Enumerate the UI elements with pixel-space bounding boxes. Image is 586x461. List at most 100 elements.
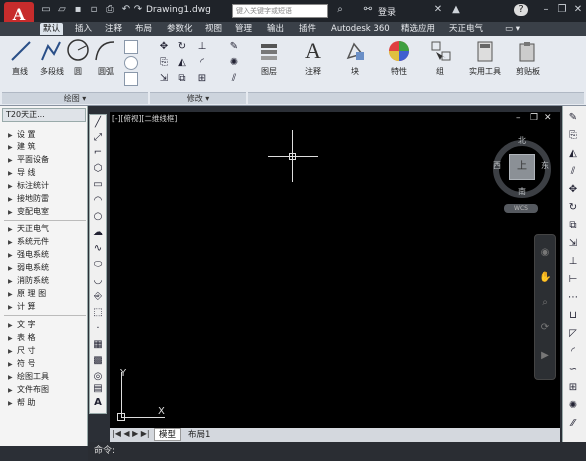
explode-tool-icon[interactable]: ✺ bbox=[567, 400, 579, 412]
help-icon[interactable]: ? bbox=[514, 4, 528, 16]
ellipse-tool-icon[interactable]: ⬭ bbox=[92, 259, 104, 271]
tab-featured-apps[interactable]: 精选应用 bbox=[398, 23, 438, 35]
trim-tool-icon[interactable]: ⊥ bbox=[567, 256, 579, 268]
command-line[interactable]: 命令: bbox=[88, 442, 586, 461]
menu-item-system-components[interactable]: ▶ 系统元件 bbox=[8, 237, 86, 248]
menu-item-calculation[interactable]: ▶ 计 算 bbox=[8, 302, 86, 313]
polyline-tool-label[interactable]: 多段线 bbox=[34, 66, 70, 77]
tab-manage[interactable]: 管理 bbox=[232, 23, 255, 35]
minimize-icon[interactable]: – bbox=[540, 4, 552, 16]
arc-tool-label[interactable]: 圆弧 bbox=[92, 66, 120, 77]
menu-item-file-layout[interactable]: ▶ 文件布图 bbox=[8, 385, 86, 396]
blend-tool-icon[interactable]: ∽ bbox=[567, 364, 579, 376]
multiline-text-icon[interactable]: A bbox=[92, 397, 104, 409]
undo-icon[interactable]: ↶ bbox=[120, 4, 132, 16]
compass-east[interactable]: 东 bbox=[541, 160, 549, 171]
menu-item-weak-current[interactable]: ▶ 弱电系统 bbox=[8, 263, 86, 274]
layout-nav-icon[interactable]: |◀ ◀ ▶ ▶| bbox=[112, 429, 150, 438]
erase-tool-icon[interactable]: ✎ bbox=[567, 112, 579, 124]
viewport-controls[interactable]: [-][俯视][二维线框] bbox=[112, 113, 177, 124]
tab-tangent-electric[interactable]: 天正电气 bbox=[446, 23, 486, 35]
side-menu-title[interactable]: T20天正... bbox=[2, 108, 86, 122]
block-label[interactable]: 块 bbox=[340, 66, 370, 77]
break-tool-icon[interactable]: ⋯ bbox=[567, 292, 579, 304]
exchange-icon[interactable]: ✕ bbox=[432, 4, 444, 16]
restore-icon[interactable]: ❐ bbox=[556, 4, 568, 16]
group-icon[interactable] bbox=[430, 40, 452, 62]
line-icon[interactable]: ╱ bbox=[92, 117, 104, 129]
print-icon[interactable]: ⎙ bbox=[104, 4, 116, 16]
join-tool-icon[interactable]: ⊔ bbox=[567, 310, 579, 322]
zoom-icon[interactable]: ⌕ bbox=[539, 297, 551, 309]
point-icon[interactable]: · bbox=[92, 323, 104, 335]
line-tool-label[interactable]: 直线 bbox=[4, 66, 36, 77]
polyline-icon[interactable]: ⌐ bbox=[92, 147, 104, 159]
tab-view[interactable]: 视图 bbox=[202, 23, 225, 35]
tab-model[interactable]: 模型 bbox=[154, 428, 182, 441]
compass-south[interactable]: 南 bbox=[518, 186, 526, 197]
hatch-tool-icon[interactable]: ▦ bbox=[92, 339, 104, 351]
erase-icon[interactable]: ✎ bbox=[228, 41, 240, 53]
tab-annotate[interactable]: 注释 bbox=[102, 23, 125, 35]
arc-tool-icon[interactable] bbox=[94, 40, 116, 62]
menu-item-drawing-tools[interactable]: ▶ 绘图工具 bbox=[8, 372, 86, 383]
line-tool-icon[interactable] bbox=[10, 40, 32, 62]
revcloud-icon[interactable]: ☁ bbox=[92, 227, 104, 239]
group-label[interactable]: 组 bbox=[428, 66, 452, 77]
menu-item-schematic[interactable]: ▶ 原 理 图 bbox=[8, 289, 86, 300]
menu-item-substation[interactable]: ▶ 变配电室 bbox=[8, 207, 86, 218]
properties-icon[interactable] bbox=[388, 40, 410, 62]
signin-button[interactable]: 登录 bbox=[378, 5, 396, 18]
redo-icon[interactable]: ↷ bbox=[132, 4, 144, 16]
offset-tool-icon[interactable]: ⫽ bbox=[567, 166, 579, 178]
insert-block-icon[interactable]: ⎆ bbox=[92, 291, 104, 303]
properties-label[interactable]: 特性 bbox=[384, 66, 414, 77]
array-tool-icon[interactable]: ⊞ bbox=[567, 382, 579, 394]
menu-item-table[interactable]: ▶ 表 格 bbox=[8, 333, 86, 344]
scale-tool-icon[interactable]: ⧉ bbox=[567, 220, 579, 232]
explode-icon[interactable]: ✺ bbox=[228, 57, 240, 69]
menu-item-floor-equipment[interactable]: ▶ 平面设备 bbox=[8, 155, 86, 166]
polygon-icon[interactable]: ⬡ bbox=[92, 163, 104, 175]
rotate-icon[interactable]: ↻ bbox=[176, 41, 188, 53]
viewcube-top-face[interactable]: 上 bbox=[509, 154, 535, 180]
menu-item-help[interactable]: ▶ 帮 助 bbox=[8, 398, 86, 409]
menu-item-tangent-electric[interactable]: ▶ 天正电气 bbox=[8, 224, 86, 235]
viewport-minimize-icon[interactable]: – bbox=[516, 113, 521, 123]
layers-icon[interactable] bbox=[258, 40, 280, 62]
ellipse-icon[interactable] bbox=[124, 56, 138, 70]
tab-layout[interactable]: 布局 bbox=[132, 23, 155, 35]
clipboard-label[interactable]: 剪贴板 bbox=[510, 66, 546, 77]
rotate-tool-icon[interactable]: ↻ bbox=[567, 202, 579, 214]
showmotion-icon[interactable]: ▶ bbox=[539, 350, 551, 362]
fillet-tool-icon[interactable]: ◜ bbox=[567, 346, 579, 358]
menu-item-building[interactable]: ▶ 建 筑 bbox=[8, 142, 86, 153]
menu-item-strong-current[interactable]: ▶ 强电系统 bbox=[8, 250, 86, 261]
chamfer-tool-icon[interactable]: ◸ bbox=[567, 328, 579, 340]
new-icon[interactable]: ▭ bbox=[40, 4, 52, 16]
steering-wheel-icon[interactable]: ◉ bbox=[539, 247, 551, 259]
save-icon[interactable]: ▪ bbox=[72, 4, 84, 16]
stretch-tool-icon[interactable]: ⇲ bbox=[567, 238, 579, 250]
search-icon[interactable]: ⌕ bbox=[334, 4, 346, 16]
orbit-icon[interactable]: ⟳ bbox=[539, 322, 551, 334]
annotation-label[interactable]: 注释 bbox=[298, 66, 328, 77]
layers-label[interactable]: 图层 bbox=[254, 66, 284, 77]
table-icon[interactable]: ▤ bbox=[92, 383, 104, 395]
move-icon[interactable]: ✥ bbox=[158, 41, 170, 53]
copy-icon[interactable]: ⎘ bbox=[158, 57, 170, 69]
menu-item-text[interactable]: ▶ 文 字 bbox=[8, 320, 86, 331]
menu-item-settings[interactable]: ▶ 设 置 bbox=[8, 130, 86, 141]
menu-item-symbol[interactable]: ▶ 符 号 bbox=[8, 359, 86, 370]
hatch-icon[interactable] bbox=[124, 72, 138, 86]
open-icon[interactable]: ▱ bbox=[56, 4, 68, 16]
make-block-icon[interactable]: ⬚ bbox=[92, 307, 104, 319]
menu-item-grounding[interactable]: ▶ 接地防雷 bbox=[8, 194, 86, 205]
gradient-icon[interactable]: ▩ bbox=[92, 355, 104, 367]
mirror-icon[interactable]: ◭ bbox=[176, 57, 188, 69]
arc-icon[interactable]: ◠ bbox=[92, 195, 104, 207]
pan-icon[interactable]: ✋ bbox=[539, 272, 551, 284]
circle-tool-label[interactable]: 圆 bbox=[68, 66, 88, 77]
array-icon[interactable]: ⊞ bbox=[196, 73, 208, 85]
tab-default[interactable]: 默认 bbox=[40, 23, 64, 35]
